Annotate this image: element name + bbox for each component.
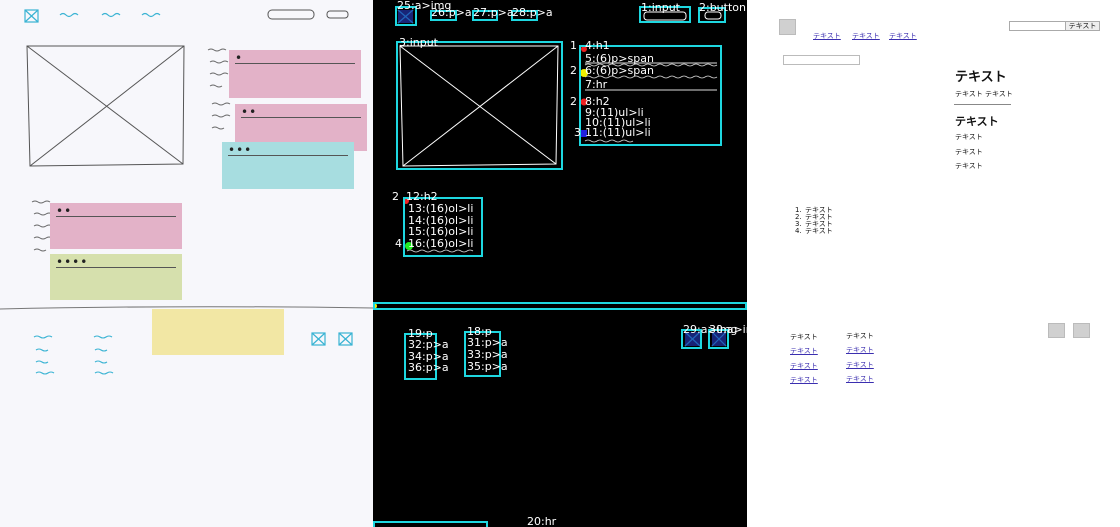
det-box-footer-hr — [373, 302, 747, 310]
sticky-note-green: •••• — [50, 254, 182, 300]
det-label-button-top: 2:button — [699, 1, 746, 14]
subtext: テキスト テキスト — [955, 90, 1013, 98]
det-label-ol-li-3: 15:(16)ol>li — [408, 225, 474, 238]
det-label-col2-a3: 35:p>a — [467, 360, 508, 373]
det-label-footer-hr: 20:hr — [527, 515, 557, 527]
sticky-note-pink-3: •• — [50, 203, 182, 249]
det-label-link-1: 26:p>a — [431, 6, 472, 19]
det-label-span-1: 5:(6)p>span — [585, 52, 654, 65]
det-box-page-bottom — [373, 521, 488, 527]
footer-col2-title: テキスト — [846, 332, 874, 340]
footer-image-link-1[interactable] — [1048, 323, 1065, 338]
det-label-link-3: 28:p>a — [512, 6, 553, 19]
det-label-num-3: 3 — [574, 126, 581, 139]
det-label-col1-a3: 36:p>a — [408, 361, 449, 374]
det-label-num-2c: 2 — [392, 190, 399, 203]
content-divider — [954, 104, 1011, 105]
hero-input[interactable] — [783, 55, 860, 65]
det-label-num-1a: 1 — [570, 39, 577, 52]
det-label-img-link-30: 30:a>img — [709, 323, 747, 336]
search-button[interactable]: テキスト — [1065, 21, 1100, 31]
footer-image-link-2[interactable] — [1073, 323, 1090, 338]
det-label-input-hero: 3:input — [399, 36, 438, 49]
det-box-input-hero — [396, 41, 563, 170]
footer-col1-link-1[interactable]: テキスト — [790, 347, 818, 355]
sticky-note-yellow — [152, 309, 284, 355]
det-label-link-2: 27:p>a — [473, 6, 514, 19]
nav-link-3[interactable]: テキスト — [889, 32, 917, 40]
render-panel: テキスト テキスト テキスト テキスト テキスト テキスト テキスト テキスト … — [747, 0, 1120, 527]
ol-marker-4: 4. — [795, 227, 802, 235]
det-label-hr: 7:hr — [585, 78, 608, 91]
footer-col2-link-3[interactable]: テキスト — [846, 375, 874, 383]
sticky-note-cyan: ••• — [222, 142, 354, 189]
ol-item-4: テキスト — [805, 227, 833, 235]
det-label-span-2: 6:(6)p>span — [585, 64, 654, 77]
det-label-num-4: 4 — [395, 237, 402, 250]
det-label-num-2b: 2 — [570, 95, 577, 108]
ul-item-3: テキスト — [955, 162, 983, 170]
det-label-col2-a1: 31:p>a — [467, 336, 508, 349]
nav-link-2[interactable]: テキスト — [852, 32, 880, 40]
det-label-ol-li-4: 16:(16)ol>li — [408, 237, 474, 250]
section-heading: テキスト — [955, 115, 999, 128]
det-label-col2-a2: 33:p>a — [467, 348, 508, 361]
footer-col1-link-3[interactable]: テキスト — [790, 376, 818, 384]
det-label-h2-left: 12:h2 — [406, 190, 438, 203]
det-label-h1: 4:h1 — [585, 39, 610, 52]
main-heading: テキスト — [955, 70, 1007, 85]
nav-link-1[interactable]: テキスト — [813, 32, 841, 40]
footer-col1-title: テキスト — [790, 333, 818, 341]
search-input[interactable] — [1009, 21, 1066, 31]
logo-image-link[interactable] — [779, 19, 796, 35]
sketch-panel: • •• ••• •• •••• — [0, 0, 373, 527]
det-label-input-top: 1:input — [641, 1, 680, 14]
ul-item-1: テキスト — [955, 133, 983, 141]
image-placeholder-icon — [24, 9, 39, 23]
wavy-text-icon — [59, 12, 161, 18]
det-label-num-2a: 2 — [570, 64, 577, 77]
sticky-note-pink-1: • — [229, 50, 361, 98]
ul-item-2: テキスト — [955, 148, 983, 156]
det-label-ol-li-1: 13:(16)ol>li — [408, 202, 474, 215]
det-label-col1-a1: 32:p>a — [408, 338, 449, 351]
footer-col1-link-2[interactable]: テキスト — [790, 362, 818, 370]
det-label-ul-li-3: 11:(11)ul>li — [585, 126, 651, 139]
detection-panel: 25:a>img 26:p>a 27:p>a 28:p>a 1:input 2:… — [373, 0, 747, 527]
footer-col2-link-2[interactable]: テキスト — [846, 361, 874, 369]
footer-col2-link-1[interactable]: テキスト — [846, 346, 874, 354]
